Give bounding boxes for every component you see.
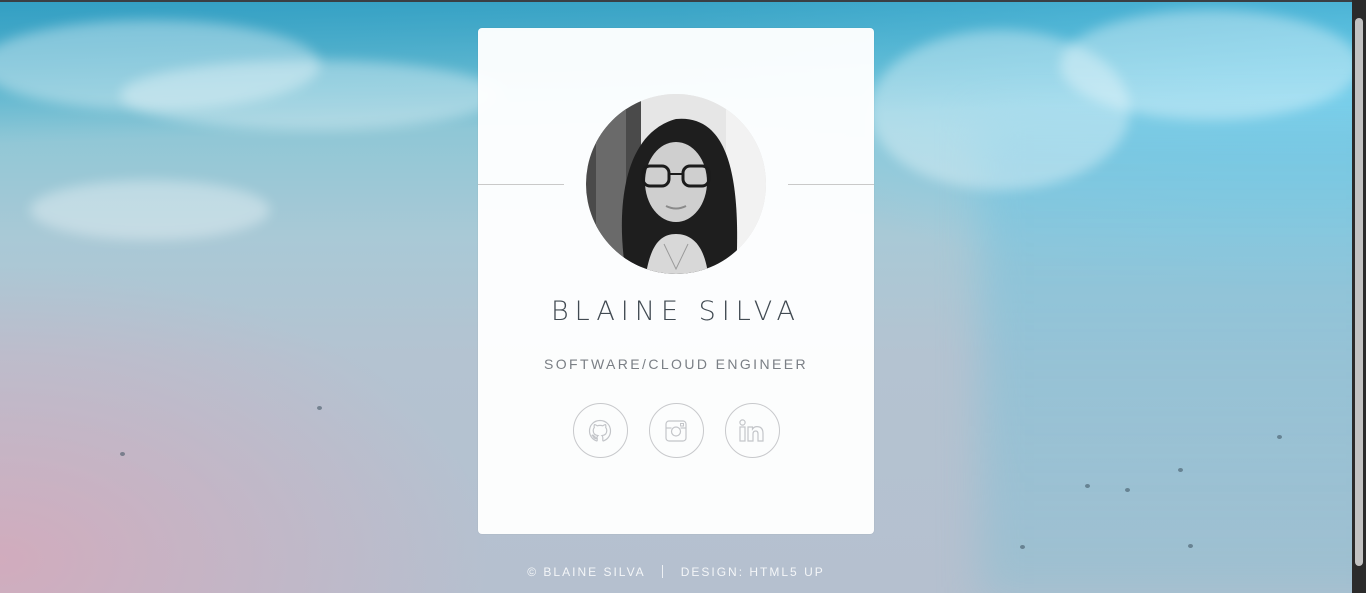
profile-name: BLAINE SILVA bbox=[550, 296, 801, 327]
foam bbox=[30, 180, 270, 240]
pebble bbox=[120, 452, 125, 456]
avatar-divider-right bbox=[788, 184, 874, 185]
github-icon bbox=[588, 419, 612, 442]
linkedin-link[interactable] bbox=[724, 403, 780, 458]
pebble bbox=[317, 406, 322, 410]
instagram-link[interactable] bbox=[648, 403, 704, 458]
social-links bbox=[478, 403, 874, 458]
pebble bbox=[1277, 435, 1282, 439]
pebble bbox=[1085, 484, 1090, 488]
footer-design-credit[interactable]: DESIGN: HTML5 UP bbox=[681, 565, 825, 579]
profile-card: BLAINE SILVA SOFTWARE/CLOUD ENGINEER bbox=[478, 28, 874, 534]
pebble bbox=[1178, 468, 1183, 472]
scrollbar[interactable] bbox=[1352, 0, 1366, 593]
pebble bbox=[1188, 544, 1193, 548]
avatar bbox=[586, 94, 766, 274]
foam bbox=[120, 60, 500, 130]
window-top-border bbox=[0, 0, 1352, 2]
avatar-divider-left bbox=[478, 184, 564, 185]
profile-role: SOFTWARE/CLOUD ENGINEER bbox=[544, 356, 808, 372]
instagram-icon bbox=[665, 419, 687, 442]
footer-copyright: © BLAINE SILVA bbox=[527, 565, 646, 579]
shallow-water bbox=[980, 120, 1352, 593]
linkedin-icon bbox=[739, 418, 764, 442]
foam bbox=[1060, 10, 1352, 120]
footer: © BLAINE SILVA DESIGN: HTML5 UP bbox=[0, 565, 1352, 579]
pebble bbox=[1125, 488, 1130, 492]
github-link[interactable] bbox=[572, 403, 628, 458]
scrollbar-thumb[interactable] bbox=[1355, 18, 1363, 566]
pebble bbox=[1020, 545, 1025, 549]
footer-divider bbox=[662, 565, 664, 578]
